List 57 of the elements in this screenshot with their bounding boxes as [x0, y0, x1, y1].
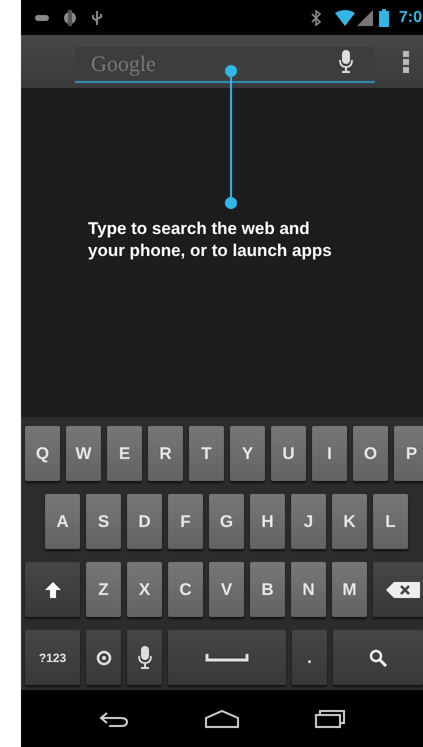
keyboard-key[interactable]: I [312, 426, 347, 481]
settings-key[interactable] [86, 630, 121, 685]
keyboard-key[interactable]: S [86, 494, 121, 549]
usb-icon [91, 8, 103, 26]
gear-icon [96, 650, 112, 666]
microphone-icon [339, 50, 353, 74]
keyboard-key[interactable]: H [250, 494, 285, 549]
overflow-menu-icon[interactable] [403, 50, 409, 72]
back-icon[interactable] [99, 710, 129, 726]
hint-text: Type to search the web and your phone, or to launch apps [88, 218, 333, 262]
keyboard-key[interactable]: U [271, 426, 306, 481]
battery-icon [378, 8, 389, 26]
search-icon [369, 648, 387, 666]
search-key[interactable] [333, 630, 423, 685]
keyboard-key[interactable]: L [373, 494, 408, 549]
wifi-icon [334, 10, 355, 26]
voice-search-button[interactable] [339, 50, 353, 74]
clock-time: 7:0 [398, 8, 422, 26]
microphone-icon [138, 646, 152, 670]
keyboard-key[interactable]: T [189, 426, 224, 481]
keyboard-key[interactable]: Y [230, 426, 265, 481]
recent-apps-icon[interactable] [315, 710, 345, 728]
shift-icon [44, 580, 62, 598]
bar-icon [35, 14, 49, 20]
keyboard-key[interactable]: W [66, 426, 101, 481]
signal-icon [356, 10, 373, 26]
keyboard-key[interactable]: M [332, 562, 367, 617]
keyboard-key[interactable]: R [148, 426, 183, 481]
keyboard-key[interactable]: B [250, 562, 285, 617]
backspace-icon [386, 580, 420, 598]
space-icon [205, 654, 249, 662]
keyboard-key[interactable]: D [127, 494, 162, 549]
keyboard-key[interactable]: Q [25, 426, 60, 481]
symbols-key[interactable]: ?123 [25, 630, 80, 685]
home-icon[interactable] [205, 710, 239, 728]
keyboard-key[interactable]: C [168, 562, 203, 617]
keyboard-key[interactable]: G [209, 494, 244, 549]
keyboard-key[interactable]: P [394, 426, 423, 481]
bluetooth-icon [310, 10, 321, 26]
period-key[interactable]: . [292, 630, 327, 685]
space-key[interactable] [168, 630, 286, 685]
voice-input-key[interactable] [127, 630, 162, 685]
keyboard-key[interactable]: O [353, 426, 388, 481]
keyboard-key[interactable]: E [107, 426, 142, 481]
search-input[interactable]: Google [75, 46, 315, 80]
keyboard-key[interactable]: V [209, 562, 244, 617]
keyboard-key[interactable]: K [332, 494, 367, 549]
shift-key[interactable] [25, 562, 80, 617]
keyboard-key[interactable]: A [45, 494, 80, 549]
circle-icon [63, 10, 77, 26]
backspace-key[interactable] [373, 562, 423, 617]
keyboard-key[interactable]: X [127, 562, 162, 617]
keyboard-key[interactable]: F [168, 494, 203, 549]
keyboard-key[interactable]: J [291, 494, 326, 549]
keyboard-key[interactable]: Z [86, 562, 121, 617]
keyboard-key[interactable]: N [291, 562, 326, 617]
search-field[interactable]: Google [75, 46, 375, 82]
